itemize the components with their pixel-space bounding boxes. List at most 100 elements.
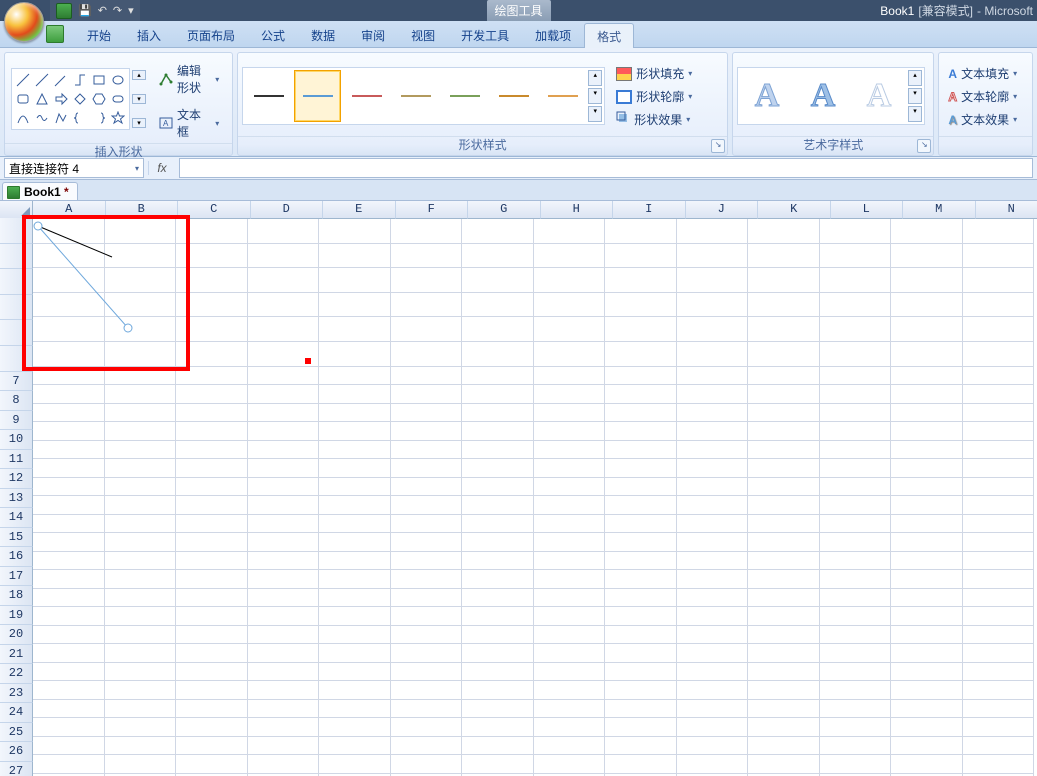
column-header[interactable]: F — [396, 201, 469, 219]
row-header[interactable]: 14 — [0, 508, 33, 528]
save-button[interactable]: 💾 — [78, 4, 92, 17]
shape-outline-button[interactable]: 形状轮廓 ▾ — [611, 86, 701, 107]
shape-diamond-icon[interactable] — [71, 90, 89, 108]
shape-triangle-icon[interactable] — [33, 90, 51, 108]
undo-button[interactable]: ↶ — [98, 4, 107, 17]
gallery-down-button[interactable]: ▾ — [132, 94, 146, 104]
shapes-grid[interactable] — [11, 68, 130, 130]
wordart-style-1[interactable]: A — [740, 70, 794, 122]
cells-area[interactable] — [32, 218, 1037, 776]
row-header[interactable]: 12 — [0, 469, 33, 489]
gallery-more-button[interactable]: ▾ — [588, 106, 602, 122]
tab-home[interactable]: 开始 — [74, 22, 124, 47]
shape-oval-icon[interactable] — [109, 71, 127, 89]
column-header[interactable]: B — [106, 201, 179, 219]
row-header[interactable] — [0, 346, 33, 372]
column-header[interactable]: G — [468, 201, 541, 219]
row-header[interactable]: 26 — [0, 742, 33, 762]
row-header[interactable]: 9 — [0, 411, 33, 431]
row-header[interactable] — [0, 244, 33, 270]
shape-style-swatch[interactable] — [490, 70, 537, 122]
shape-style-swatch[interactable] — [539, 70, 586, 122]
row-header[interactable] — [0, 269, 33, 295]
text-fill-button[interactable]: A 文本填充 ▾ — [943, 63, 1026, 84]
row-header[interactable]: 22 — [0, 664, 33, 684]
tab-page-layout[interactable]: 页面布局 — [174, 22, 248, 47]
shape-effects-button[interactable]: 形状效果 ▾ — [611, 109, 701, 130]
tab-review[interactable]: 审阅 — [348, 22, 398, 47]
shapes-gallery[interactable]: ▴ ▾ ▾ — [9, 66, 148, 132]
shape-arrow-icon[interactable] — [52, 71, 70, 89]
tab-formulas[interactable]: 公式 — [248, 22, 298, 47]
gallery-down-button[interactable]: ▾ — [908, 88, 922, 104]
tab-insert[interactable]: 插入 — [124, 22, 174, 47]
row-header[interactable]: 27 — [0, 762, 33, 776]
name-box-dropdown[interactable]: ▾ — [135, 164, 139, 173]
row-header[interactable]: 20 — [0, 625, 33, 645]
column-header[interactable]: J — [686, 201, 759, 219]
column-header[interactable]: I — [613, 201, 686, 219]
text-outline-button[interactable]: A 文本轮廓 ▾ — [943, 86, 1026, 107]
fx-button[interactable]: fx — [148, 161, 175, 175]
row-header[interactable]: 17 — [0, 567, 33, 587]
shape-style-swatch[interactable] — [294, 70, 341, 122]
gallery-up-button[interactable]: ▴ — [132, 70, 146, 80]
row-header[interactable] — [0, 218, 33, 244]
row-header[interactable]: 8 — [0, 391, 33, 411]
shape-style-swatch[interactable] — [343, 70, 390, 122]
tab-view[interactable]: 视图 — [398, 22, 448, 47]
column-header[interactable]: C — [178, 201, 251, 219]
shape-curve-icon[interactable] — [14, 109, 32, 127]
workbook-tab[interactable]: Book1 * — [2, 182, 78, 200]
row-header[interactable]: 19 — [0, 606, 33, 626]
edit-shape-button[interactable]: 编辑形状 ▾ — [154, 59, 228, 99]
row-header[interactable]: 7 — [0, 372, 33, 392]
shape-style-gallery[interactable]: ▴ ▾ ▾ — [242, 67, 605, 125]
tab-developer[interactable]: 开发工具 — [448, 22, 522, 47]
shape-line-icon[interactable] — [33, 71, 51, 89]
formula-input[interactable] — [179, 158, 1033, 178]
shape-fill-button[interactable]: 形状填充 ▾ — [611, 63, 701, 84]
shape-style-swatch[interactable] — [245, 70, 292, 122]
gallery-up-button[interactable]: ▴ — [588, 70, 602, 86]
row-header[interactable] — [0, 320, 33, 346]
shape-style-swatch[interactable] — [441, 70, 488, 122]
column-header[interactable]: H — [541, 201, 614, 219]
gallery-up-button[interactable]: ▴ — [908, 70, 922, 86]
column-header[interactable]: M — [903, 201, 976, 219]
wordart-style-2[interactable]: A — [796, 70, 850, 122]
row-header[interactable]: 21 — [0, 645, 33, 665]
row-header[interactable]: 18 — [0, 586, 33, 606]
row-header[interactable]: 13 — [0, 489, 33, 509]
row-header[interactable] — [0, 295, 33, 321]
shape-hex-icon[interactable] — [90, 90, 108, 108]
gallery-more-button[interactable]: ▾ — [908, 106, 922, 122]
shape-curve2-icon[interactable] — [33, 109, 51, 127]
row-header[interactable]: 10 — [0, 430, 33, 450]
row-header[interactable]: 23 — [0, 684, 33, 704]
column-header[interactable]: A — [33, 201, 106, 219]
shape-freeform-icon[interactable] — [52, 109, 70, 127]
office-button[interactable] — [4, 2, 44, 42]
column-header[interactable]: K — [758, 201, 831, 219]
row-header[interactable]: 11 — [0, 450, 33, 470]
shape-connector-icon[interactable] — [71, 71, 89, 89]
redo-button[interactable]: ↷ — [113, 4, 122, 17]
shape-flow-icon[interactable] — [109, 90, 127, 108]
shape-rect-icon[interactable] — [90, 71, 108, 89]
wordart-gallery-scroll[interactable]: ▴ ▾ ▾ — [908, 70, 922, 122]
shape-rarrow-icon[interactable] — [52, 90, 70, 108]
row-header[interactable]: 16 — [0, 547, 33, 567]
row-header[interactable]: 24 — [0, 703, 33, 723]
shape-line-icon[interactable] — [14, 71, 32, 89]
row-header[interactable]: 25 — [0, 723, 33, 743]
column-header[interactable]: L — [831, 201, 904, 219]
shape-brace2-icon[interactable] — [90, 109, 108, 127]
shape-star-icon[interactable] — [109, 109, 127, 127]
select-all-corner[interactable] — [0, 201, 33, 219]
row-header[interactable]: 15 — [0, 528, 33, 548]
shapes-gallery-scroll[interactable]: ▴ ▾ ▾ — [132, 68, 146, 130]
wordart-style-3[interactable]: A — [852, 70, 906, 122]
wordart-gallery[interactable]: A A A ▴ ▾ ▾ — [737, 67, 925, 125]
gallery-down-button[interactable]: ▾ — [588, 88, 602, 104]
